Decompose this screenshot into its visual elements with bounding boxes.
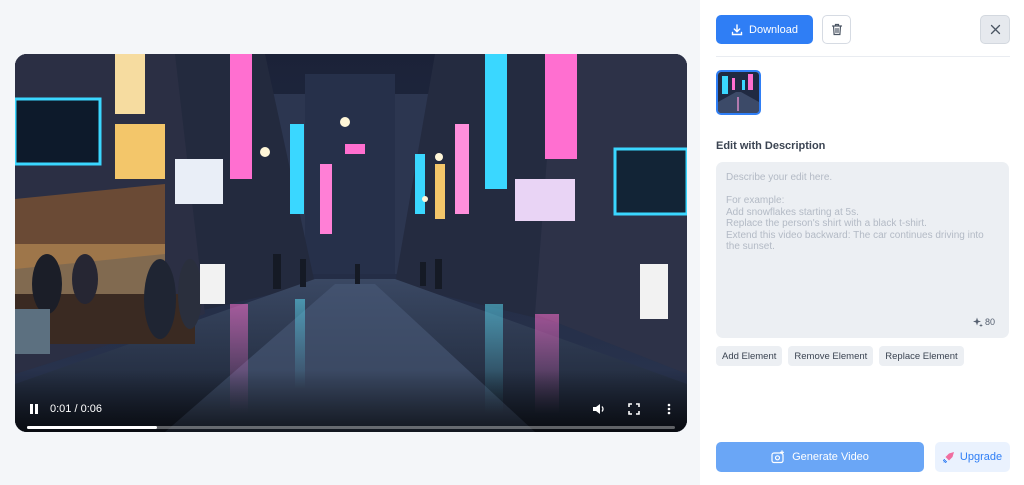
credits-indicator: 80 (972, 317, 995, 327)
thumbnail-image (718, 72, 759, 113)
volume-button[interactable] (588, 398, 610, 420)
chip-remove-element[interactable]: Remove Element (788, 346, 874, 366)
rocket-icon (942, 452, 954, 463)
trash-icon (831, 23, 842, 36)
time-display: 0:01 / 0:06 (50, 403, 102, 415)
more-vertical-icon (667, 403, 671, 415)
fullscreen-button[interactable] (623, 398, 645, 420)
close-button[interactable] (980, 15, 1010, 44)
delete-button[interactable] (822, 15, 851, 44)
download-icon (731, 23, 743, 35)
chip-add-element[interactable]: Add Element (716, 346, 783, 366)
edit-description-input[interactable] (726, 172, 999, 310)
pause-icon (30, 404, 38, 414)
player-controls: 0:01 / 0:06 (15, 370, 687, 432)
generate-label: Generate Video (792, 451, 869, 463)
edit-panel: Download Edit with Description Describe … (700, 0, 1024, 485)
divider (716, 56, 1010, 57)
fullscreen-icon (628, 403, 640, 415)
suggestion-chips: Add Element Remove Element Replace Eleme… (716, 346, 964, 366)
pause-button[interactable] (23, 398, 45, 420)
progress-bar[interactable] (27, 426, 675, 429)
sparkle-icon (972, 317, 983, 327)
credits-value: 80 (984, 317, 995, 327)
volume-icon (593, 404, 604, 414)
generate-video-button[interactable]: Generate Video (716, 442, 924, 472)
upgrade-label: Upgrade (959, 451, 1003, 463)
edit-description-box: 80 (716, 162, 1009, 338)
chip-replace-element[interactable]: Replace Element (879, 346, 964, 366)
video-player[interactable]: 0:01 / 0:06 (15, 54, 687, 432)
camera-plus-icon (771, 450, 785, 464)
download-button[interactable]: Download (716, 15, 813, 44)
video-thumbnail[interactable] (716, 70, 761, 115)
section-title: Edit with Description (716, 140, 826, 152)
close-icon (990, 24, 1000, 35)
more-options-button[interactable] (658, 398, 680, 420)
upgrade-button[interactable]: Upgrade (935, 442, 1010, 472)
progress-fill (27, 426, 157, 429)
download-label: Download (749, 23, 798, 36)
